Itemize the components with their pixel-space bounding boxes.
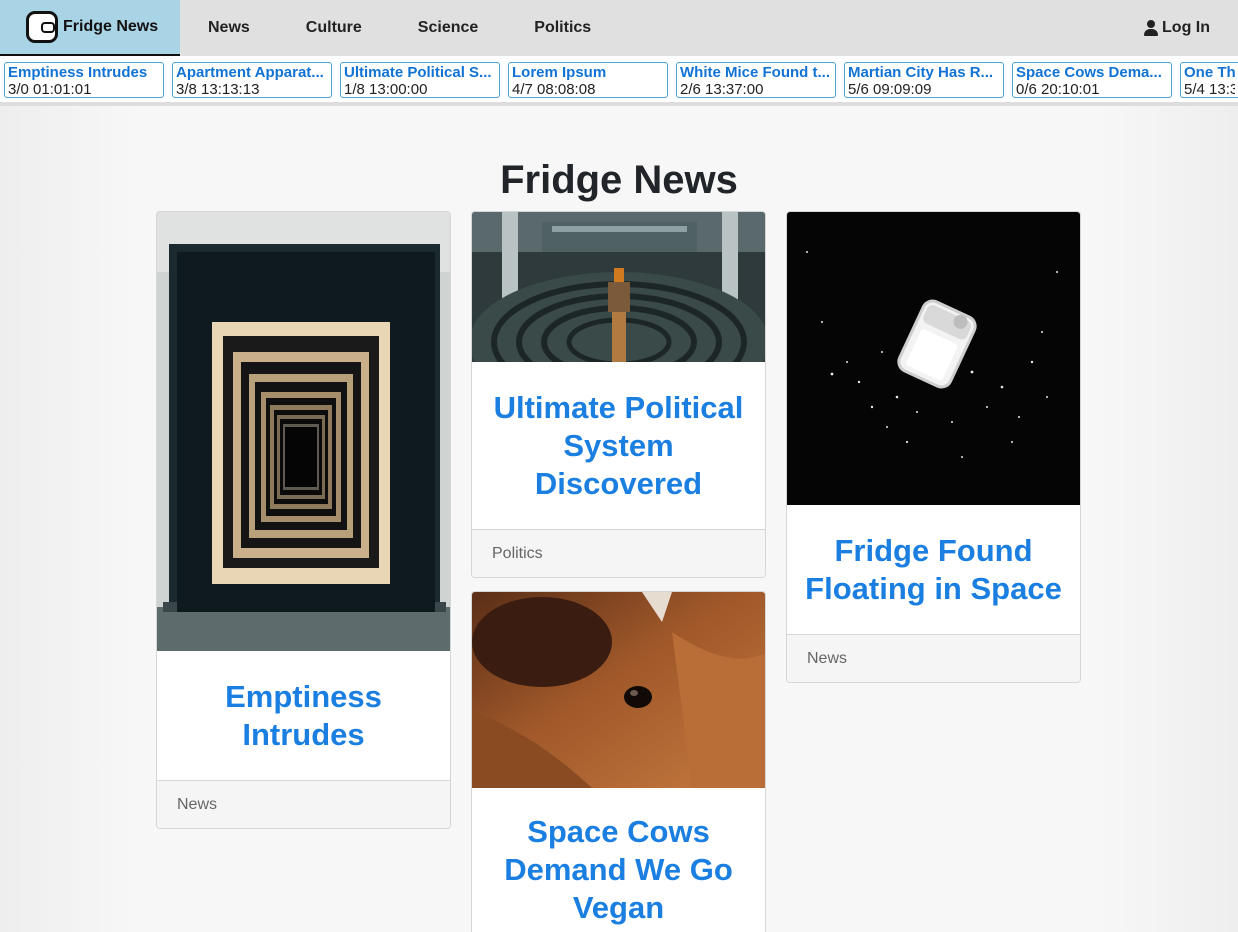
ticker-date: 4/7 08:08:08: [512, 81, 596, 98]
ticker-title: Emptiness Intrudes: [8, 64, 148, 81]
ticker-date: 0/6 20:10:01: [1016, 81, 1100, 98]
ticker-item[interactable]: Space Cows Dema... 0/6 20:10:01: [1012, 62, 1172, 98]
page-title: Fridge News: [500, 158, 738, 202]
user-icon: [1144, 20, 1159, 36]
ticker-title: Space Cows Dema...: [1016, 64, 1162, 81]
card-body: Ultimate Political System Discovered: [472, 362, 765, 529]
ticker-date: 2/6 13:37:00: [680, 81, 764, 98]
cow-closeup-image[interactable]: [472, 592, 765, 788]
corridor-frames-image[interactable]: [157, 212, 450, 651]
article-title[interactable]: Emptiness Intrudes: [175, 678, 432, 754]
ticker-date: 1/8 13:00:00: [344, 81, 428, 98]
ticker-title: Lorem Ipsum: [512, 64, 607, 81]
fridge-space-image[interactable]: [787, 212, 1080, 505]
brand-name: Fridge News: [63, 18, 159, 35]
ticker-title: Martian City Has R...: [848, 64, 994, 81]
nav-link-culture[interactable]: Culture: [278, 0, 390, 56]
article-card[interactable]: Space Cows Demand We Go Vegan: [471, 591, 766, 932]
fridge-logo-icon: [26, 11, 58, 43]
parliament-chamber-image[interactable]: [472, 212, 765, 362]
card-body: Emptiness Intrudes: [157, 651, 450, 780]
article-card[interactable]: Fridge Found Floating in Space News: [786, 211, 1081, 683]
ticker-item[interactable]: Lorem Ipsum 4/7 08:08:08: [508, 62, 668, 98]
ticker-item[interactable]: Apartment Apparat... 3/8 13:13:13: [172, 62, 332, 98]
ticker-title: One The: [1184, 64, 1235, 81]
ticker-date: 5/6 09:09:09: [848, 81, 932, 98]
ticker-item[interactable]: White Mice Found t... 2/6 13:37:00: [676, 62, 836, 98]
ticker-date: 5/4 13:3: [1184, 81, 1235, 98]
article-card[interactable]: Ultimate Political System Discovered Pol…: [471, 211, 766, 578]
login-label: Log In: [1162, 19, 1210, 36]
nav-link-politics[interactable]: Politics: [506, 0, 619, 56]
ticker-title: White Mice Found t...: [680, 64, 830, 81]
article-card[interactable]: Emptiness Intrudes News: [156, 211, 451, 829]
ticker-item[interactable]: One The 5/4 13:3: [1180, 62, 1238, 98]
card-footer: News: [787, 634, 1080, 682]
ticker-title: Ultimate Political S...: [344, 64, 492, 81]
card-footer: Politics: [472, 529, 765, 577]
article-title[interactable]: Ultimate Political System Discovered: [490, 389, 747, 503]
ticker-item[interactable]: Emptiness Intrudes 3/0 01:01:01: [4, 62, 164, 98]
news-ticker: Emptiness Intrudes 3/0 01:01:01 Apartmen…: [0, 56, 1238, 106]
card-footer: News: [157, 780, 450, 828]
brand-home-link[interactable]: Fridge News: [0, 0, 180, 56]
article-title[interactable]: Space Cows Demand We Go Vegan: [490, 813, 747, 927]
article-category: News: [177, 795, 218, 813]
top-navbar: Fridge News News Culture Science Politic…: [0, 0, 1238, 56]
ticker-date: 3/8 13:13:13: [176, 81, 260, 98]
ticker-item[interactable]: Martian City Has R... 5/6 09:09:09: [844, 62, 1004, 98]
nav-link-news[interactable]: News: [180, 0, 278, 56]
card-body: Space Cows Demand We Go Vegan: [472, 788, 765, 932]
card-body: Fridge Found Floating in Space: [787, 505, 1080, 634]
ticker-date: 3/0 01:01:01: [8, 81, 92, 98]
article-title[interactable]: Fridge Found Floating in Space: [805, 532, 1062, 608]
main-content: Fridge News Emptiness Intrudes News Ulti…: [0, 106, 1238, 932]
article-category: News: [807, 649, 848, 667]
nav-link-science[interactable]: Science: [390, 0, 506, 56]
ticker-title: Apartment Apparat...: [176, 64, 324, 81]
article-category: Politics: [492, 544, 543, 562]
ticker-item[interactable]: Ultimate Political S... 1/8 13:00:00: [340, 62, 500, 98]
login-button[interactable]: Log In: [1144, 0, 1238, 56]
